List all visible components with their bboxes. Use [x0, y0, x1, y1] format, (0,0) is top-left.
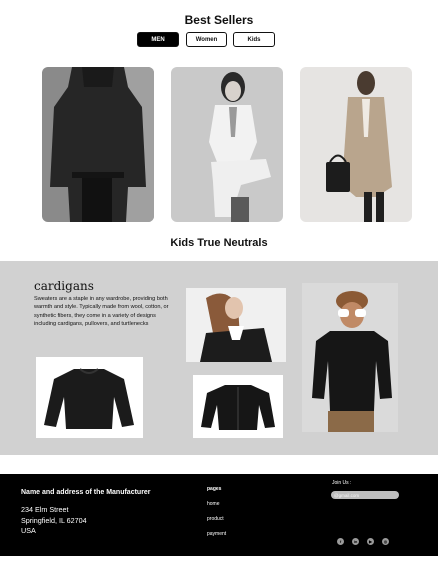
kids-section-title: Kids True Neutrals: [170, 237, 268, 249]
address-line: 234 Elm Street: [21, 505, 69, 514]
email-input[interactable]: [331, 491, 399, 499]
tab-men[interactable]: MEN: [137, 32, 179, 47]
product-image-kid-turtleneck[interactable]: [302, 283, 398, 432]
manufacturer-title: Name and address of the Manufacturer: [21, 489, 151, 496]
best-sellers-title: Best Sellers: [184, 13, 254, 27]
address-line: Springfield, IL 62704: [21, 515, 87, 525]
product-image-black-cardigan[interactable]: [193, 375, 283, 438]
product-image-trench-coat[interactable]: [300, 67, 412, 222]
footer-link-payment[interactable]: payment: [207, 531, 226, 537]
product-image-women-white-suit[interactable]: [171, 67, 283, 222]
join-us-label: Join Us :: [332, 480, 352, 486]
manufacturer-address: 234 Elm Street Springfield, IL 62704 USA: [21, 505, 87, 537]
product-image-black-sweater[interactable]: [36, 357, 143, 438]
facebook-icon[interactable]: f: [337, 538, 344, 545]
footer-link-home[interactable]: home: [207, 501, 220, 507]
pages-heading: pages: [207, 486, 222, 492]
cardigans-description: Sweaters are a staple in any wardrobe, p…: [34, 296, 169, 327]
tab-women[interactable]: Women: [186, 32, 227, 47]
product-image-girl-cardigan[interactable]: [186, 288, 286, 362]
address-line: USA: [21, 526, 36, 535]
product-image-men-turtleneck[interactable]: [42, 67, 154, 222]
linkedin-icon[interactable]: in: [352, 538, 359, 545]
footer-link-product[interactable]: product: [207, 516, 224, 522]
youtube-icon[interactable]: ▶: [367, 538, 374, 545]
instagram-icon[interactable]: ◎: [382, 538, 389, 545]
tab-kids[interactable]: Kids: [233, 32, 275, 47]
cardigans-heading: cardigans: [34, 279, 94, 293]
